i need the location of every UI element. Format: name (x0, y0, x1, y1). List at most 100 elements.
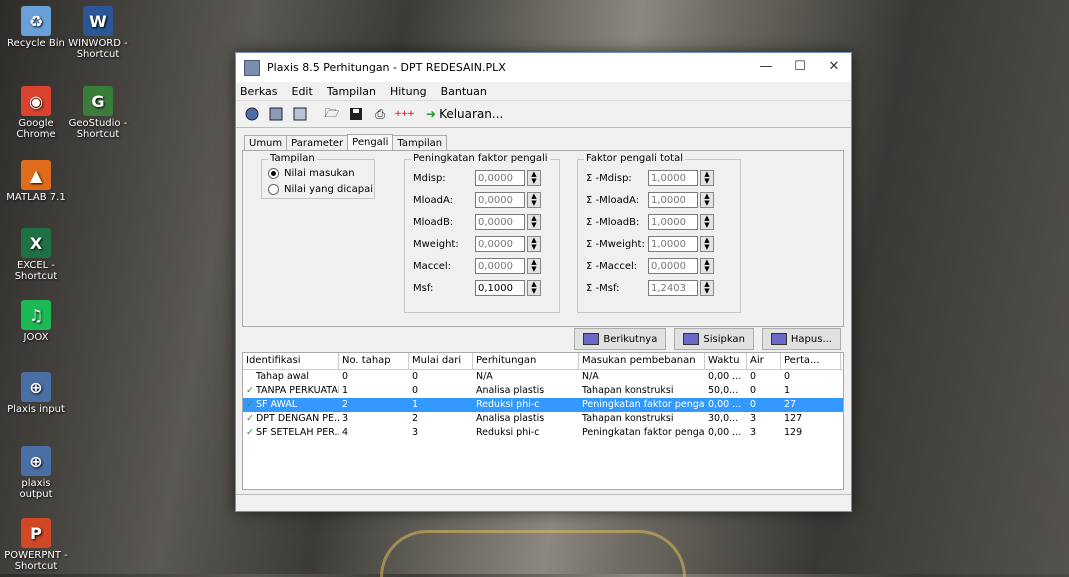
desktop-icon-label: Recycle Bin (7, 38, 65, 49)
multiplier-input[interactable]: 0,0000 (475, 192, 525, 208)
spin-arrows-icon[interactable]: ▲ ▼ (527, 280, 541, 296)
insert-button[interactable]: Sisipkan (674, 328, 754, 350)
table-cell: 30,0... (708, 413, 739, 424)
multiplier-input[interactable]: 0,0000 (475, 170, 525, 186)
tab-parameter[interactable]: Parameter (286, 135, 349, 151)
spin-arrows-icon[interactable]: ▲ ▼ (527, 236, 541, 252)
menu-bantuan[interactable]: Bantuan (441, 85, 487, 98)
menu-berkas[interactable]: Berkas (240, 85, 278, 98)
spin-arrows-icon[interactable]: ▲ ▼ (527, 258, 541, 274)
spin-arrows-icon[interactable]: ▲ ▼ (700, 258, 714, 274)
table-row[interactable]: ✓ SF AWAL 2 1 Reduksi phi-c Peningkatan fakto… (243, 398, 843, 412)
curves-tool-icon[interactable] (290, 104, 310, 124)
total-multiplier-input[interactable]: 1,2403 (648, 280, 698, 296)
calculation-tool-icon[interactable] (266, 104, 286, 124)
tab-pengali[interactable]: Pengali (347, 134, 394, 150)
radio-nilai-dicapai[interactable]: Nilai yang dicapai (268, 184, 373, 195)
output-button[interactable]: ➜ Keluaran... (426, 104, 503, 124)
column-header[interactable]: Perta... (781, 353, 841, 369)
open-folder-icon[interactable]: 🗁 (322, 104, 342, 124)
plaxis-app-icon (244, 59, 260, 76)
total-multiplier-row: Σ -Maccel: 0,0000 ▲ ▼ (586, 258, 714, 274)
menu-tampilan[interactable]: Tampilan (327, 85, 376, 98)
column-header[interactable]: No. tahap (339, 353, 409, 369)
minimize-button[interactable]: — (749, 57, 783, 77)
multiplier-row: MloadB: 0,0000 ▲ ▼ (413, 214, 541, 230)
desktop-icon-excel[interactable]: X EXCEL - Shortcut (4, 228, 68, 282)
desktop-icon-label: WINWORD - Shortcut (68, 38, 128, 60)
column-header[interactable]: Waktu (705, 353, 747, 369)
total-multiplier-input[interactable]: 1,0000 (648, 170, 698, 186)
spin-arrows-icon[interactable]: ▲ ▼ (527, 192, 541, 208)
multiplier-input[interactable]: 0,1000 (475, 280, 525, 296)
total-multiplier-input[interactable]: 0,0000 (648, 258, 698, 274)
menu-hitung[interactable]: Hitung (390, 85, 427, 98)
multiplier-row: Maccel: 0,0000 ▲ ▼ (413, 258, 541, 274)
table-cell: 0 (784, 371, 791, 382)
spin-arrows-icon[interactable]: ▲ ▼ (527, 170, 541, 186)
next-button[interactable]: Berikutnya (574, 328, 667, 350)
total-multiplier-input[interactable]: 1,0000 (648, 236, 698, 252)
multiplier-input[interactable]: 0,0000 (475, 236, 525, 252)
desktop-icon-label: JOOX (23, 332, 49, 343)
print-icon[interactable]: ⎙ (370, 104, 390, 124)
maximize-button[interactable]: ☐ (783, 57, 817, 77)
spin-arrows-icon[interactable]: ▲ ▼ (700, 280, 714, 296)
save-icon[interactable] (346, 104, 366, 124)
desktop-icon-geostudio[interactable]: G GeoStudio - Shortcut (66, 86, 130, 140)
desktop-icon-word[interactable]: W WINWORD - Shortcut (66, 6, 130, 60)
spin-arrows-icon[interactable]: ▲ ▼ (700, 192, 714, 208)
desktop-icon-powerpoint[interactable]: P POWERPNT - Shortcut (4, 518, 68, 572)
total-multiplier-row: Σ -Mdisp: 1,0000 ▲ ▼ (586, 170, 714, 186)
desktop-icon-recycle-bin[interactable]: ♻ Recycle Bin (4, 6, 68, 49)
table-cell: 1 (342, 385, 349, 396)
menu-edit[interactable]: Edit (292, 85, 313, 98)
table-row[interactable]: ✓ SF SETELAH PER... 4 3 Reduksi phi-c Peningk… (243, 426, 843, 440)
field-label: Maccel: (413, 260, 452, 272)
radio-nilai-masukan[interactable]: Nilai masukan (268, 168, 355, 179)
table-cell: ✓ TANPA PERKUATAN (243, 384, 339, 398)
column-header[interactable]: Masukan pembebanan (579, 353, 705, 369)
select-points-icon[interactable]: +++ (394, 104, 415, 124)
multiplier-input[interactable]: 0,0000 (475, 214, 525, 230)
table-cell: N/A (476, 371, 493, 382)
tab-tampilan[interactable]: Tampilan (392, 135, 448, 151)
multipliers-panel: Tampilan Nilai masukan Nilai yang dicapa… (242, 150, 844, 327)
multiplier-input[interactable]: 0,0000 (475, 258, 525, 274)
delete-button[interactable]: Hapus... (761, 328, 841, 350)
close-button[interactable]: ✕ (817, 57, 851, 77)
spin-arrows-icon[interactable]: ▲ ▼ (700, 170, 714, 186)
table-row[interactable]: ✓ TANPA PERKUATAN 1 0 Analisa plastis Tahapan… (243, 384, 843, 398)
column-header[interactable]: Air (747, 353, 781, 369)
arrow-icon: ➜ (426, 107, 437, 121)
total-multiplier-input[interactable]: 1,0000 (648, 192, 698, 208)
column-header[interactable]: Mulai dari (409, 353, 473, 369)
table-row[interactable]: ✓ DPT DENGAN PE... 3 2 Analisa plastis Tahapa… (243, 412, 843, 426)
table-row[interactable]: Tahap awal 0 0 N/A N/A 0,00 ... 0 0 (243, 370, 843, 384)
plaxis-input-tool-icon[interactable] (242, 104, 262, 124)
checkmark-icon: ✓ (246, 385, 254, 396)
spin-arrows-icon[interactable]: ▲ ▼ (700, 236, 714, 252)
column-header[interactable]: Identifikasi (243, 353, 339, 369)
tab-umum[interactable]: Umum (244, 135, 288, 151)
table-cell: 1 (412, 399, 419, 410)
field-label: Σ -Mweight: (586, 238, 645, 250)
desktop-icon-label: Plaxis input (7, 404, 65, 415)
desktop-icon-plaxis-output[interactable]: ⊕ plaxis output (4, 446, 68, 500)
table-cell: Peningkatan faktor pengali (582, 399, 705, 410)
spin-arrows-icon[interactable]: ▲ ▼ (527, 214, 541, 230)
table-cell: ✓ SF SETELAH PER... (243, 426, 339, 440)
total-multiplier-input[interactable]: 1,0000 (648, 214, 698, 230)
next-phase-icon (583, 333, 600, 345)
table-cell: 0 (750, 399, 757, 410)
table-cell: ✓ DPT DENGAN PE... (243, 412, 339, 426)
desktop-icon-joox[interactable]: ♫ JOOX (4, 300, 68, 343)
radio-icon (268, 184, 279, 195)
desktop-icon-chrome[interactable]: ◉ Google Chrome (4, 86, 68, 140)
desktop-icon-matlab[interactable]: ▲ MATLAB 7.1 (4, 160, 68, 203)
plaxis-input-icon: ⊕ (21, 372, 51, 402)
spin-arrows-icon[interactable]: ▲ ▼ (700, 214, 714, 230)
desktop-icon-plaxis-input[interactable]: ⊕ Plaxis input (4, 372, 68, 415)
column-header[interactable]: Perhitungan (473, 353, 579, 369)
checkmark-icon: ✓ (246, 413, 254, 424)
